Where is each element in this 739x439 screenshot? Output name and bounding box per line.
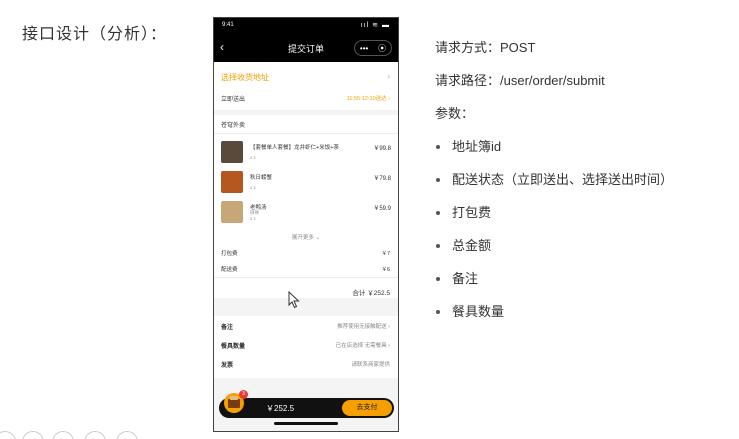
- invoice-label: 发票: [221, 363, 234, 369]
- param-text: 餐具数量: [452, 304, 505, 319]
- decorative-circle: [84, 431, 106, 439]
- more-icon[interactable]: •••: [360, 44, 368, 53]
- order-item: 秋日螃蟹 x 1 ￥79.8: [221, 171, 391, 193]
- shop-name: 苍穹外卖: [221, 123, 246, 129]
- param-item: 餐具数量: [436, 301, 504, 320]
- bullet-dot-icon: [436, 309, 440, 314]
- order-item: 【套餐单人套餐】龙井虾仁+米饭+茶 x 1 ￥99.8: [221, 141, 391, 163]
- delivery-fee-value: ￥6: [381, 267, 390, 273]
- item-name: 秋日螃蟹: [250, 175, 273, 181]
- extras-card: 备注 推荐使用无接触配送 › 餐具数量 已在店选择 无需餐具 › 发票 请联系商…: [214, 316, 398, 378]
- decorative-circle: [52, 431, 74, 439]
- dish-thumbnail: [221, 201, 243, 223]
- address-card[interactable]: 选择收货地址 › 立即送出 11:55-12:10送达 ›: [214, 62, 398, 110]
- item-qty: x 1: [250, 185, 257, 190]
- close-target-icon[interactable]: ⦿: [378, 43, 386, 54]
- decorative-circle: [22, 431, 44, 439]
- status-time: 9:41: [222, 22, 234, 28]
- bullet-dot-icon: [436, 144, 440, 149]
- param-item: 备注: [436, 268, 478, 287]
- slide-title: 接口设计（分析）：: [22, 26, 168, 43]
- pay-total: ￥252.5: [266, 404, 295, 413]
- pay-bar: 3 ￥252.5 去支付: [219, 390, 394, 418]
- invoice-note: 请联系商家提供: [351, 362, 390, 368]
- decorative-circle: [116, 431, 138, 439]
- phone-topbar: 9:41 ııl ≋ ▬ ‹ 提交订单 ••• ⦿: [214, 18, 398, 62]
- order-item: 老鸭汤 微辣 x 1 ￥59.9: [221, 201, 391, 223]
- remark-label: 备注: [221, 325, 234, 331]
- expand-more-button[interactable]: 展开更多 ⌄: [214, 233, 398, 241]
- param-text: 配送状态（立即送出、选择送出时间）: [452, 172, 674, 187]
- request-method: 请求方式：POST: [435, 40, 536, 55]
- param-text: 总金额: [452, 238, 492, 253]
- mouse-pointer-icon: [288, 291, 300, 309]
- dish-thumbnail: [221, 141, 243, 163]
- param-text: 打包费: [452, 205, 492, 220]
- decorative-circle: [0, 431, 16, 439]
- item-name: 【套餐单人套餐】龙井虾仁+米饭+茶: [250, 145, 339, 151]
- status-icons: ııl ≋ ▬: [360, 22, 390, 29]
- request-path: 请求路径：/user/order/submit: [435, 73, 605, 88]
- order-total: 合计 ￥252.5: [352, 290, 390, 297]
- bullet-dot-icon: [436, 243, 440, 248]
- pay-button[interactable]: 去支付: [342, 400, 392, 416]
- bullet-dot-icon: [436, 177, 440, 182]
- tableware-picker[interactable]: 已在店选择 无需餐具 ›: [336, 341, 390, 349]
- remark-field[interactable]: 推荐使用无接触配送 ›: [337, 322, 390, 330]
- chevron-right-icon: ›: [387, 72, 390, 81]
- param-item: 打包费: [436, 202, 491, 221]
- tableware-label: 餐具数量: [221, 344, 246, 350]
- pack-fee-value: ￥7: [381, 251, 390, 257]
- delivery-time-picker[interactable]: 11:55-12:10送达 ›: [347, 94, 390, 102]
- divider: [214, 277, 398, 278]
- param-item: 总金额: [436, 235, 491, 254]
- params-title: 参数：: [435, 106, 475, 121]
- param-item: 地址簿id: [436, 136, 501, 155]
- param-text: 备注: [452, 271, 479, 286]
- dish-thumbnail: [221, 171, 243, 193]
- phone-mockup: 9:41 ııl ≋ ▬ ‹ 提交订单 ••• ⦿ 选择收货地址 › 立即送出 …: [213, 17, 399, 432]
- param-item: 配送状态（立即送出、选择送出时间）: [436, 169, 673, 188]
- item-qty: x 1: [250, 155, 257, 160]
- slide: 接口设计（分析）： 9:41 ııl ≋ ▬ ‹ 提交订单 ••• ⦿ 选择收货…: [0, 0, 739, 439]
- delivery-fee-label: 配送费: [221, 267, 238, 273]
- divider: [214, 133, 398, 134]
- pack-fee-label: 打包费: [221, 251, 238, 257]
- deliver-now-label: 立即送出: [221, 97, 246, 103]
- select-address-label[interactable]: 选择收货地址: [221, 72, 269, 83]
- item-price: ￥79.8: [373, 176, 391, 182]
- capsule-button[interactable]: ••• ⦿: [354, 40, 392, 56]
- item-qty: x 1: [250, 216, 257, 221]
- item-price: ￥99.8: [373, 146, 391, 152]
- cart-badge: 3: [239, 390, 248, 399]
- item-price: ￥59.9: [373, 206, 391, 212]
- param-text: 地址簿id: [452, 139, 502, 154]
- order-card: 苍穹外卖 【套餐单人套餐】龙井虾仁+米饭+茶 x 1 ￥99.8 秋日螃蟹 x …: [214, 115, 398, 298]
- bullet-dot-icon: [436, 276, 440, 281]
- home-indicator: [274, 422, 338, 425]
- bullet-dot-icon: [436, 210, 440, 215]
